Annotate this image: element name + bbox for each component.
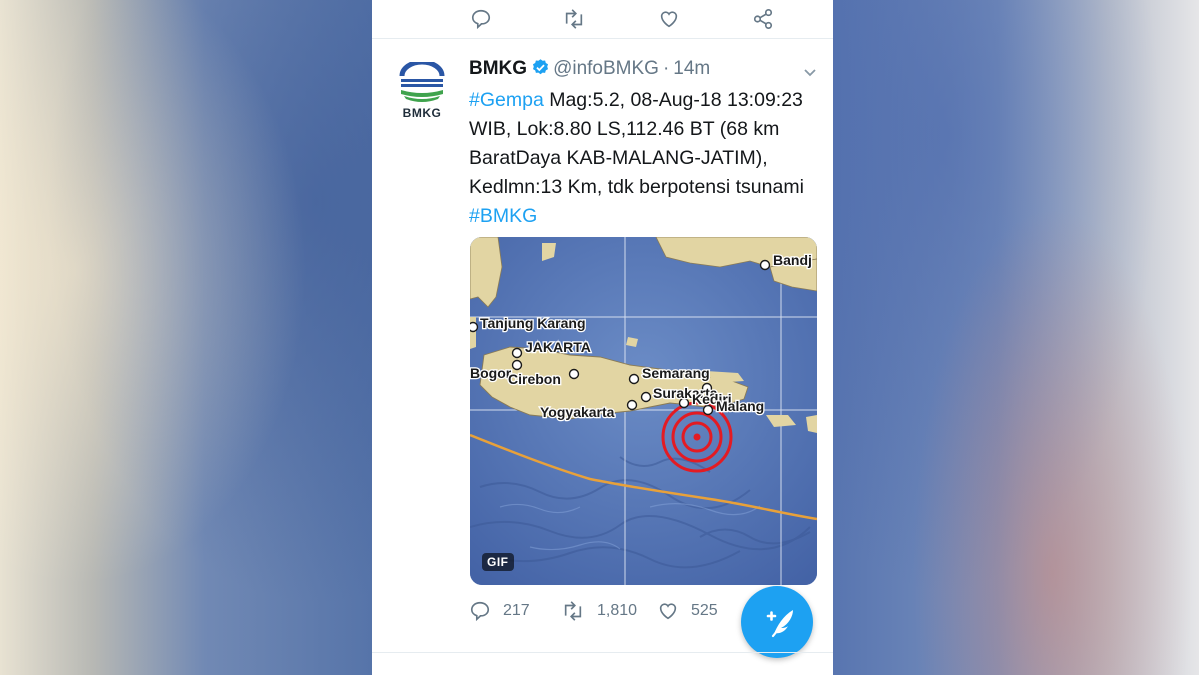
reply-count: 217	[503, 602, 530, 619]
earthquake-map-gif[interactable]: Bandj Tanjung Karang JAKARTA Bogor Cireb…	[470, 237, 817, 585]
author-name[interactable]: BMKG	[469, 58, 527, 79]
previous-tweet-actions	[372, 0, 833, 39]
map-label-tanjung-karang: Tanjung Karang	[480, 315, 586, 331]
map-label-bogor: Bogor	[470, 365, 512, 381]
compose-feather-icon	[766, 610, 793, 638]
retweet-icon[interactable]	[562, 8, 586, 30]
gif-badge: GIF	[482, 553, 514, 571]
tweet-time[interactable]: 14m	[673, 58, 710, 79]
reply-button[interactable]: 217	[469, 600, 530, 622]
reply-icon	[470, 601, 490, 622]
retweet-icon	[564, 601, 582, 621]
map-graphic: Bandj Tanjung Karang JAKARTA Bogor Cireb…	[470, 237, 817, 585]
tweet-actions: 217 1,810 525	[469, 600, 769, 626]
share-icon[interactable]	[752, 8, 774, 30]
verified-badge-icon	[531, 58, 550, 82]
avatar[interactable]: BMKG	[396, 59, 448, 120]
blurred-background-left	[0, 0, 372, 675]
map-label-cirebon: Cirebon	[508, 371, 561, 387]
like-icon	[659, 603, 677, 620]
compose-tweet-button[interactable]	[741, 586, 813, 658]
hashtag-bmkg[interactable]: #BMKG	[469, 205, 537, 227]
retweet-button[interactable]: 1,810	[561, 600, 637, 622]
tweet-divider	[372, 652, 833, 653]
like-button[interactable]: 525	[657, 600, 718, 622]
map-label-yogyakarta: Yogyakarta	[540, 404, 615, 420]
map-label-jakarta: JAKARTA	[525, 339, 591, 355]
map-label-malang: Malang	[716, 398, 764, 414]
hashtag-gempa[interactable]: #Gempa	[469, 89, 544, 111]
map-label-semarang: Semarang	[642, 365, 710, 381]
avatar-label: BMKG	[402, 106, 442, 120]
tweet-header: BMKG @infoBMKG · 14m	[469, 58, 710, 84]
retweet-count: 1,810	[597, 602, 638, 619]
tweet[interactable]: BMKG BMKG @infoBMKG · 14m #Gempa Mag:5.2, 0…	[372, 38, 833, 658]
blurred-background-right	[833, 0, 1199, 675]
reply-icon[interactable]	[470, 8, 492, 30]
tweet-text: #Gempa Mag:5.2, 08-Aug-18 13:09:23 WIB, …	[469, 86, 809, 231]
like-icon[interactable]	[658, 8, 680, 30]
bmkg-logo-icon	[399, 59, 445, 102]
map-label-bandung: Bandj	[773, 252, 812, 268]
like-count: 525	[691, 602, 718, 619]
separator-dot: ·	[662, 58, 670, 79]
twitter-screen: BMKG BMKG @infoBMKG · 14m #Gempa Mag:5.2, 0…	[372, 0, 833, 675]
chevron-down-icon[interactable]	[802, 64, 818, 85]
author-handle[interactable]: @infoBMKG	[553, 58, 659, 79]
